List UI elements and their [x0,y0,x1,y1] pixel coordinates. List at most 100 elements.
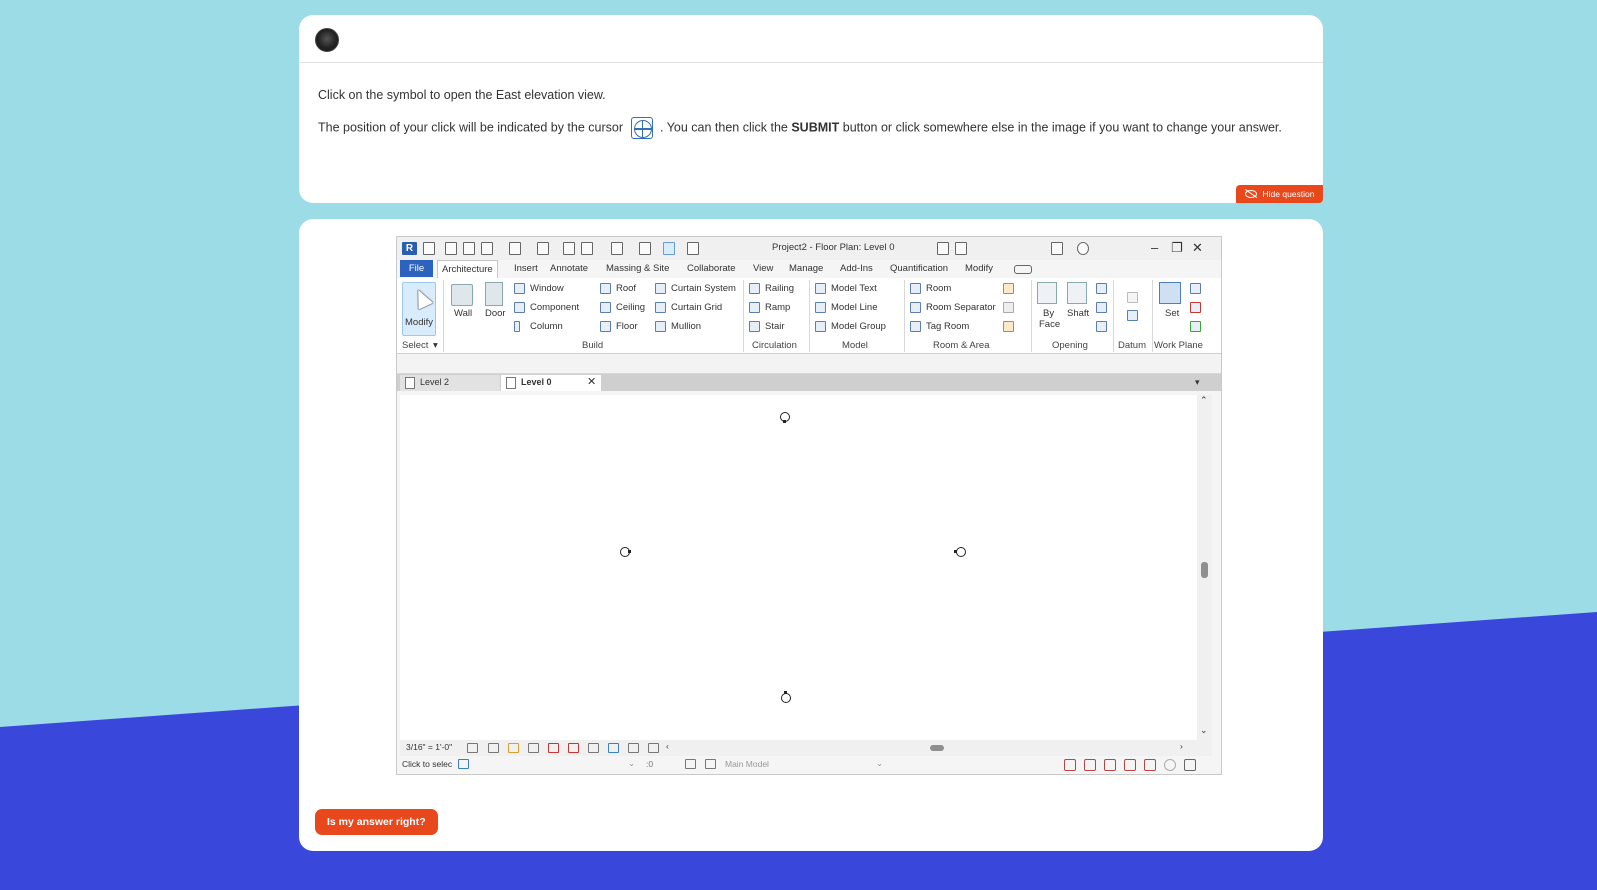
visual-style-icon[interactable] [488,743,499,753]
reveal-hidden-icon[interactable] [628,743,639,753]
mullion-button[interactable]: Mullion [671,321,701,332]
curtain-system-button[interactable]: Curtain System [671,283,736,294]
cart-icon[interactable] [1051,242,1063,255]
ref-plane-icon[interactable] [1190,302,1201,313]
tabs-menu-icon[interactable]: ▾ [1195,377,1200,388]
level-icon[interactable] [1127,292,1138,303]
shadows-icon[interactable] [528,743,539,753]
modify-button[interactable]: Modify [402,282,436,336]
main-model-select[interactable]: Main Model [725,759,769,769]
close-tab-icon[interactable]: ✕ [587,375,596,388]
home-icon[interactable] [423,242,435,255]
select-by-face-icon[interactable] [1124,759,1136,771]
model-group-button[interactable]: Model Group [831,321,886,332]
scroll-right-icon[interactable]: › [1180,741,1183,751]
panel-select[interactable]: Select [402,340,428,351]
tag-room-button[interactable]: Tag Room [926,321,969,332]
tab-insert[interactable]: Insert [514,263,538,274]
submit-answer-button[interactable]: Is my answer right? [315,809,438,835]
dormer-icon[interactable] [1096,321,1107,332]
tab-view[interactable]: View [753,263,773,274]
stair-button[interactable]: Stair [765,321,785,332]
tab-collaborate[interactable]: Collaborate [687,263,736,274]
user-icon[interactable] [955,242,967,255]
area-icon[interactable] [1003,283,1014,294]
tab-add-ins[interactable]: Add-Ins [840,263,873,274]
filter-icon[interactable] [1184,759,1196,771]
vertical-scrollbar[interactable]: ⌃ ⌄ [1197,395,1212,740]
by-face-icon[interactable] [1037,282,1057,304]
south-elevation-marker[interactable] [781,691,791,703]
tab-level-2[interactable]: Level 2 [400,375,500,391]
analytical-icon[interactable] [648,743,659,753]
tab-modify[interactable]: Modify [965,263,993,274]
wall-icon[interactable] [451,284,473,306]
room-separator-button[interactable]: Room Separator [926,302,996,313]
drag-elements-icon[interactable] [1144,759,1156,771]
railing-button[interactable]: Railing [765,283,794,294]
roof-button[interactable]: Roof [616,283,636,294]
temp-hide-icon[interactable] [608,743,619,753]
scale-label[interactable]: 3/16" = 1'-0" [406,742,452,752]
select-pinned-icon[interactable] [1104,759,1116,771]
thin-lines-icon[interactable] [663,242,675,255]
north-elevation-marker[interactable] [780,412,790,423]
select-underlay-icon[interactable] [1084,759,1096,771]
room-button[interactable]: Room [926,283,951,294]
shaft-icon[interactable] [1067,282,1087,304]
door-icon[interactable] [485,282,503,306]
sync-icon[interactable] [481,242,493,255]
tag-area-icon[interactable] [1003,321,1014,332]
show-work-plane-icon[interactable] [1190,283,1201,294]
binoculars-icon[interactable] [937,242,949,255]
scroll-up-icon[interactable]: ⌃ [1200,395,1208,406]
ramp-button[interactable]: Ramp [765,302,790,313]
sun-path-icon[interactable] [508,743,519,753]
area-boundary-icon[interactable] [1003,302,1014,313]
detail-level-icon[interactable] [467,743,478,753]
tab-manage[interactable]: Manage [789,263,823,274]
close-icon[interactable]: ✕ [1192,240,1203,256]
print-icon[interactable] [563,242,575,255]
horizontal-scroll-thumb[interactable] [930,745,944,751]
drawing-canvas[interactable] [400,395,1197,740]
east-elevation-marker[interactable] [954,547,966,557]
scroll-down-icon[interactable]: ⌄ [1200,725,1208,736]
minimize-icon[interactable]: – [1151,240,1158,255]
hide-question-button[interactable]: Hide question [1236,185,1323,203]
tab-quantification[interactable]: Quantification [890,263,948,274]
tab-file[interactable]: File [400,260,433,277]
set-work-plane-icon[interactable] [1159,282,1181,304]
tag-icon[interactable] [639,242,651,255]
switch-windows-icon[interactable] [687,242,699,255]
door-button[interactable]: Door [485,308,506,319]
select-dropdown-icon[interactable]: ▾ [433,340,438,351]
show-crop-icon[interactable] [568,743,579,753]
measure-icon[interactable] [611,242,623,255]
grid-icon[interactable] [1127,310,1138,321]
curtain-grid-button[interactable]: Curtain Grid [671,302,722,313]
design-options-icon[interactable] [705,759,716,769]
revit-logo-icon[interactable]: R [402,242,417,255]
component-button[interactable]: Component [530,302,579,313]
west-elevation-marker[interactable] [620,547,631,557]
column-button[interactable]: Column [530,321,563,332]
open-icon[interactable] [445,242,457,255]
model-text-button[interactable]: Model Text [831,283,877,294]
background-process-icon[interactable] [1164,759,1176,771]
crop-view-icon[interactable] [548,743,559,753]
by-face-label-1[interactable]: By [1043,308,1054,319]
ceiling-button[interactable]: Ceiling [616,302,645,313]
tab-architecture[interactable]: Architecture [437,260,498,278]
model-dropdown-icon[interactable]: ⌄ [876,758,883,769]
tab-level-0[interactable]: Level 0 ✕ [501,375,601,391]
vertical-scroll-thumb[interactable] [1201,562,1208,578]
help-icon[interactable] [1077,242,1089,255]
ribbon-toggle-icon[interactable] [1014,265,1032,274]
undo-icon[interactable] [509,242,521,255]
viewer-icon[interactable] [1190,321,1201,332]
tab-massing-site[interactable]: Massing & Site [606,263,669,274]
unlocked-3d-icon[interactable] [588,743,599,753]
select-links-icon[interactable] [1064,759,1076,771]
shaft-button[interactable]: Shaft [1067,308,1089,319]
